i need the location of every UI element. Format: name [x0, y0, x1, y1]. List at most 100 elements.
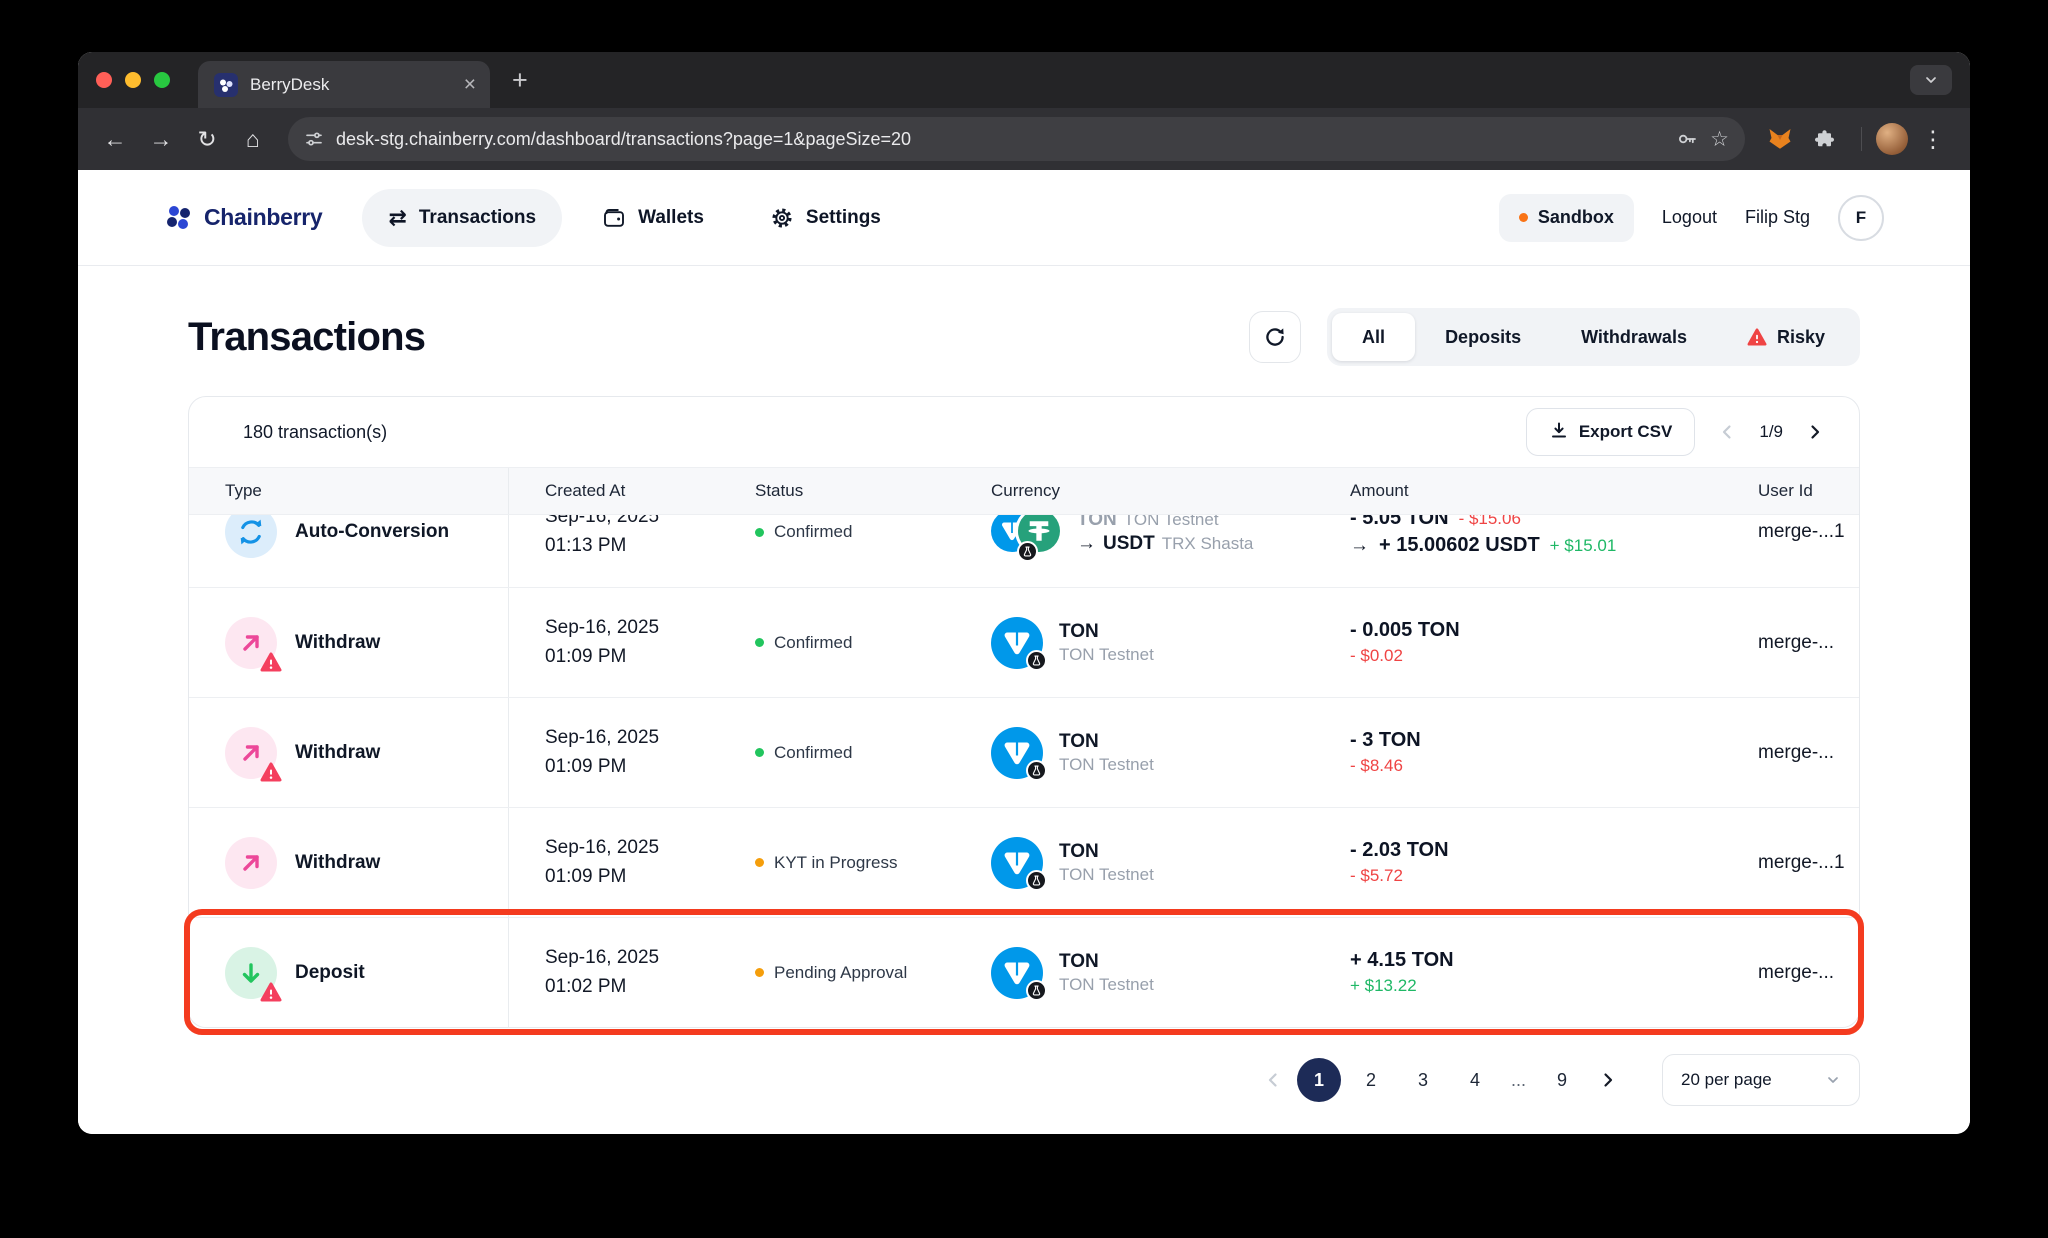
toolbar-divider	[1861, 127, 1862, 151]
site-settings-icon[interactable]	[304, 129, 324, 149]
browser-menu-icon[interactable]: ⋮	[1912, 118, 1954, 160]
chainberry-logo[interactable]: Chainberry	[164, 203, 322, 233]
created-at-cell: Sep-16, 2025 01:09 PM	[509, 808, 719, 917]
window-minimize-button[interactable]	[125, 72, 141, 88]
new-tab-button[interactable]: +	[512, 65, 528, 96]
page-button-4[interactable]: 4	[1453, 1058, 1497, 1102]
user-avatar[interactable]: F	[1838, 195, 1884, 241]
gear-icon	[770, 206, 794, 230]
ton-coin-icon	[991, 727, 1043, 779]
logout-button[interactable]: Logout	[1662, 207, 1717, 228]
currency-cell: TON TON Testnet → USDT TRX Shasta	[955, 515, 1314, 587]
table-row[interactable]: Withdraw Sep-16, 2025 01:09 PM Confirmed	[189, 697, 1859, 807]
ton-usdt-coin-icons	[991, 515, 1061, 559]
bookmark-star-icon[interactable]: ☆	[1710, 127, 1729, 152]
address-bar[interactable]: desk-stg.chainberry.com/dashboard/transa…	[288, 117, 1745, 161]
transaction-type: Deposit	[295, 962, 365, 984]
browser-window: BerryDesk × + ← → ↻ ⌂ desk-stg.chainberr…	[78, 52, 1970, 1134]
transaction-type: Withdraw	[295, 852, 380, 874]
nav-transactions[interactable]: ⇄ Transactions	[362, 189, 562, 247]
column-user-id: User Id	[1722, 468, 1859, 514]
created-at-cell: Sep-16, 2025 01:13 PM	[509, 515, 719, 587]
pagination-prev-chevron-icon[interactable]	[1257, 1070, 1289, 1090]
sandbox-label: Sandbox	[1538, 207, 1614, 228]
user-id-cell: merge-...	[1722, 588, 1859, 697]
page-button-3[interactable]: 3	[1401, 1058, 1445, 1102]
tab-withdrawals[interactable]: Withdrawals	[1551, 313, 1717, 361]
browser-tab[interactable]: BerryDesk ×	[198, 61, 490, 108]
table-row-highlighted[interactable]: Deposit Sep-16, 2025 01:02 PM Pending Ap…	[189, 917, 1859, 1027]
tab-close-icon[interactable]: ×	[464, 74, 476, 95]
status-dot-icon	[755, 858, 764, 867]
risk-warning-icon	[260, 762, 282, 782]
chainberry-berry-icon	[164, 203, 194, 233]
tab-risky[interactable]: Risky	[1717, 313, 1855, 361]
browser-profile-avatar[interactable]	[1876, 123, 1908, 155]
page-button-9[interactable]: 9	[1540, 1058, 1584, 1102]
risk-warning-icon	[260, 982, 282, 1002]
sandbox-dot-icon	[1519, 213, 1528, 222]
table-row[interactable]: Auto-Conversion Sep-16, 2025 01:13 PM Co…	[189, 515, 1859, 587]
tab-list-chevron-button[interactable]	[1910, 65, 1952, 95]
window-close-button[interactable]	[96, 72, 112, 88]
berrydesk-favicon-icon	[214, 73, 238, 97]
amount-cell: - 2.03 TON - $5.72	[1314, 808, 1722, 917]
amount-cell: + 4.15 TON + $13.22	[1314, 918, 1722, 1027]
home-button[interactable]: ⌂	[232, 118, 274, 160]
nav-settings[interactable]: Settings	[744, 189, 907, 247]
reload-button[interactable]: ↻	[186, 118, 228, 160]
page-button-2[interactable]: 2	[1349, 1058, 1393, 1102]
page-button-1[interactable]: 1	[1297, 1058, 1341, 1102]
nav-settings-label: Settings	[806, 207, 881, 229]
brand-name: Chainberry	[204, 204, 322, 231]
arrow-right-icon: →	[1350, 535, 1369, 557]
column-currency: Currency	[955, 468, 1314, 514]
user-id-cell: merge-...1	[1722, 515, 1859, 587]
tab-all[interactable]: All	[1332, 313, 1415, 361]
pagination-next-chevron-icon[interactable]	[1592, 1070, 1624, 1090]
prev-page-chevron-icon[interactable]	[1717, 422, 1737, 442]
table-row[interactable]: Withdraw Sep-16, 2025 01:09 PM Confirmed	[189, 587, 1859, 697]
browser-toolbar: ← → ↻ ⌂ desk-stg.chainberry.com/dashboar…	[78, 108, 1970, 170]
transactions-icon: ⇄	[388, 207, 406, 229]
extensions-puzzle-icon[interactable]	[1805, 118, 1847, 160]
testnet-badge-icon	[1026, 650, 1047, 671]
title-row: Transactions All Deposits Withdrawals	[188, 308, 1860, 366]
transaction-type: Withdraw	[295, 632, 380, 654]
window-zoom-button[interactable]	[154, 72, 170, 88]
nav-wallets[interactable]: Wallets	[576, 189, 730, 247]
status-dot-icon	[755, 968, 764, 977]
app-page: Chainberry ⇄ Transactions Wallets	[78, 170, 1970, 1134]
arrow-right-icon: →	[1077, 533, 1096, 555]
refresh-button[interactable]	[1249, 311, 1301, 363]
created-at-cell: Sep-16, 2025 01:09 PM	[509, 588, 719, 697]
risk-warning-icon	[260, 652, 282, 672]
withdraw-risky-icon	[225, 617, 277, 669]
password-key-icon[interactable]	[1676, 128, 1698, 150]
app-header: Chainberry ⇄ Transactions Wallets	[78, 170, 1970, 266]
tab-deposits[interactable]: Deposits	[1415, 313, 1551, 361]
transaction-type: Withdraw	[295, 742, 380, 764]
created-at-cell: Sep-16, 2025 01:02 PM	[509, 918, 719, 1027]
back-button[interactable]: ←	[94, 118, 136, 160]
table-row[interactable]: Withdraw Sep-16, 2025 01:09 PM KYT in Pr…	[189, 807, 1859, 917]
ton-coin-icon	[991, 617, 1043, 669]
testnet-badge-icon	[1026, 870, 1047, 891]
status-cell: Confirmed	[719, 515, 955, 587]
forward-button[interactable]: →	[140, 118, 182, 160]
page-indicator: 1/9	[1759, 422, 1783, 442]
status-dot-icon	[755, 748, 764, 757]
warning-triangle-icon	[1747, 328, 1767, 346]
url-text[interactable]: desk-stg.chainberry.com/dashboard/transa…	[336, 129, 1664, 150]
page-size-select[interactable]: 20 per page	[1662, 1054, 1860, 1106]
next-page-chevron-icon[interactable]	[1805, 422, 1825, 442]
transactions-card: 180 transaction(s) Export CSV	[188, 396, 1860, 1028]
ton-coin-icon	[991, 947, 1043, 999]
auto-conversion-icon	[225, 515, 277, 558]
export-csv-button[interactable]: Export CSV	[1526, 408, 1696, 456]
ton-coin-icon	[991, 837, 1043, 889]
metamask-extension-icon[interactable]	[1759, 118, 1801, 160]
status-cell: Confirmed	[719, 698, 955, 807]
currency-cell: TON TON Testnet	[955, 698, 1314, 807]
tab-strip: BerryDesk × +	[78, 52, 1970, 108]
